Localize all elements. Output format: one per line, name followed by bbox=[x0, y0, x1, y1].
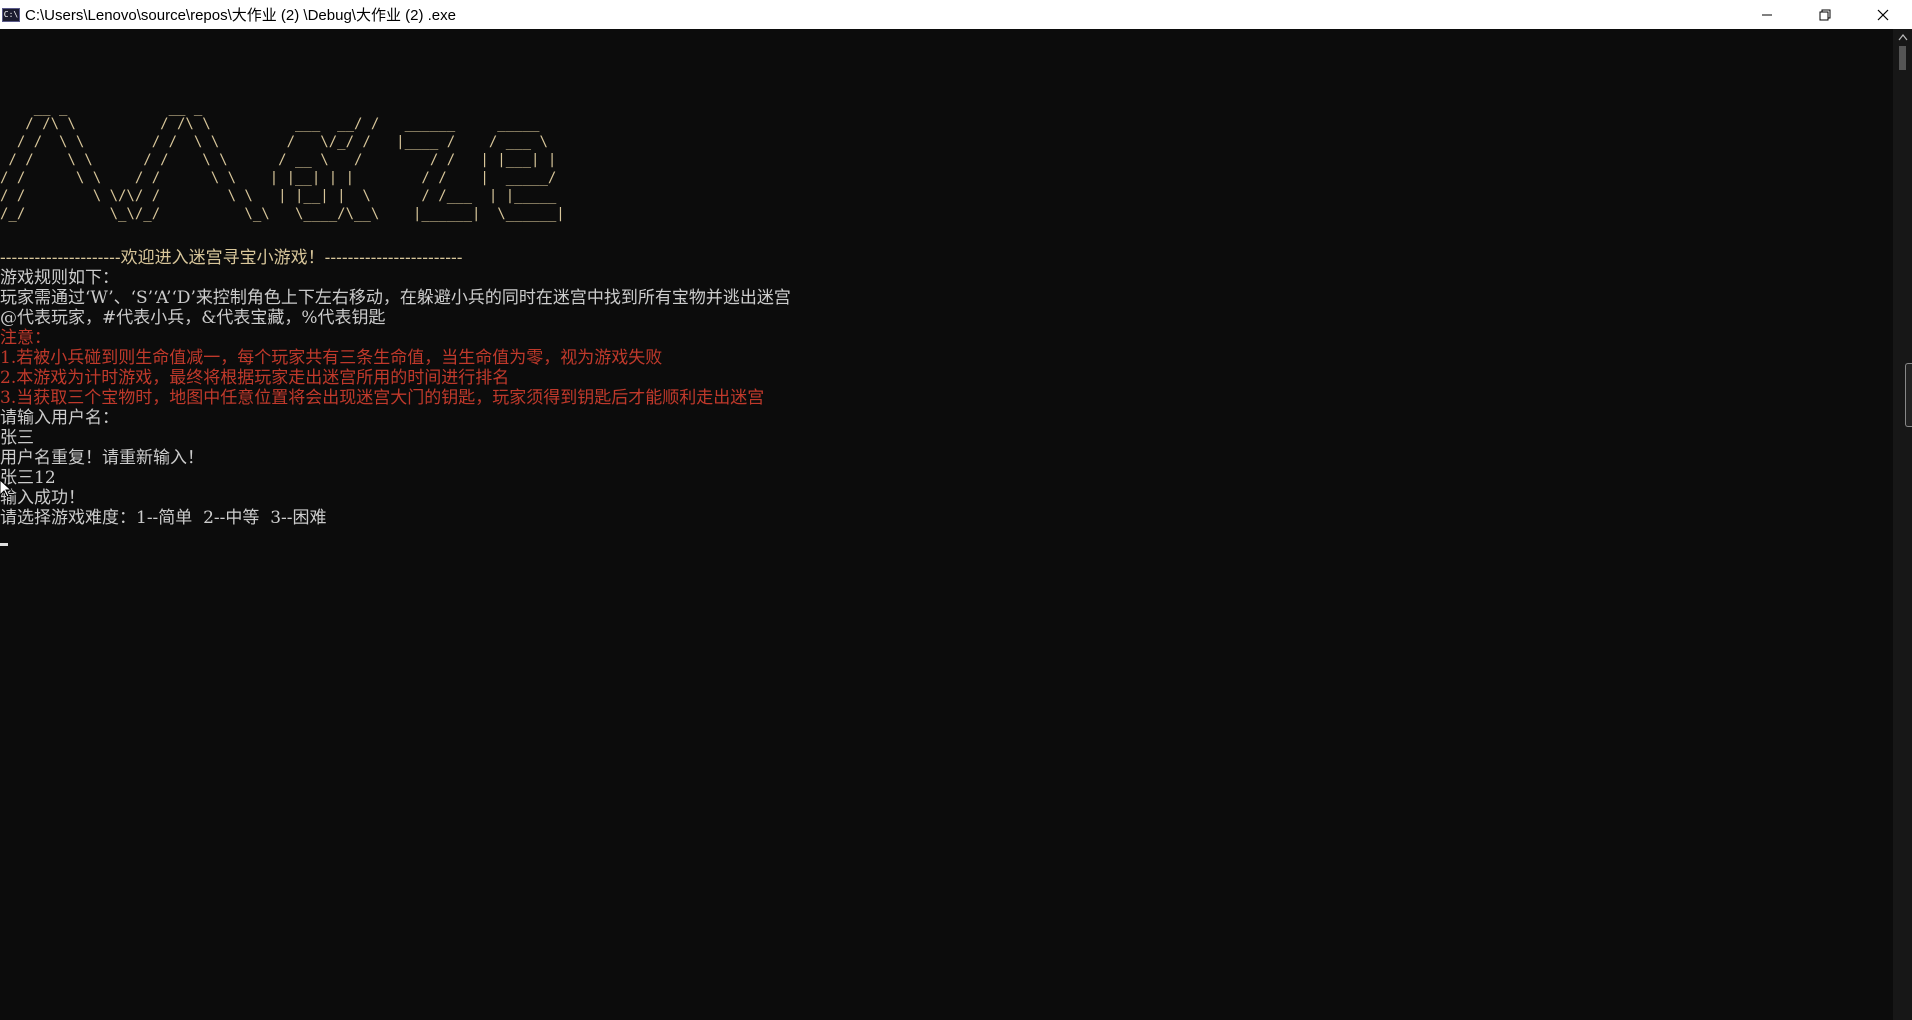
console-output[interactable]: __ _ __ _ / /\ \ / /\ \ ___ __/ / ______… bbox=[0, 29, 1893, 1020]
rules-heading: 游戏规则如下： bbox=[0, 268, 119, 288]
rule-controls: 玩家需通过‘W’、‘S’‘A’‘D’来控制角色上下左右移动，在躲避小兵的同时在迷… bbox=[0, 288, 791, 308]
restore-icon bbox=[1819, 9, 1831, 20]
vertical-scrollbar[interactable] bbox=[1893, 29, 1912, 1020]
ascii-logo-line: / / \ \ / / \ \ | |__| | | / / | _____/ bbox=[0, 170, 557, 186]
rule-symbols: @代表玩家，#代表小兵，&代表宝藏，%代表钥匙 bbox=[0, 308, 386, 328]
scroll-thumb[interactable] bbox=[1899, 46, 1906, 70]
mouse-pointer-icon bbox=[0, 480, 12, 498]
ascii-logo-line: / /\ \ / /\ \ ___ __/ / ______ _____ bbox=[0, 116, 540, 132]
ascii-logo-line: __ _ __ _ bbox=[0, 100, 203, 116]
console-app-icon: C:\ bbox=[2, 7, 20, 22]
username-input-1: 张三 bbox=[0, 428, 34, 448]
scroll-up-button[interactable] bbox=[1893, 29, 1912, 45]
difficulty-prompt: 请选择游戏难度：1--简单 2--中等 3--困难 bbox=[0, 508, 327, 528]
ascii-logo-line: / / \ \/\/ / \ \ | |__| | \ / /___ | |__… bbox=[0, 188, 557, 204]
username-prompt: 请输入用户名： bbox=[0, 408, 119, 428]
title-bar[interactable]: C:\ C:\Users\Lenovo\source\repos\大作业 (2)… bbox=[0, 0, 1912, 29]
text-cursor bbox=[0, 543, 8, 546]
window-title: C:\Users\Lenovo\source\repos\大作业 (2) \De… bbox=[25, 7, 456, 24]
input-success: 输入成功！ bbox=[0, 488, 85, 508]
close-button[interactable] bbox=[1854, 0, 1912, 29]
close-icon bbox=[1877, 9, 1889, 20]
duplicate-error: 用户名重复！请重新输入！ bbox=[0, 448, 204, 468]
note-line-1: 1.若被小兵碰到则生命值减一，每个玩家共有三条生命值，当生命值为零，视为游戏失败 bbox=[0, 348, 663, 368]
window-controls bbox=[1738, 0, 1912, 29]
note-heading: 注意： bbox=[0, 328, 51, 348]
chevron-up-icon bbox=[1898, 34, 1907, 41]
note-line-2: 2.本游戏为计时游戏，最终将根据玩家走出迷宫所用的时间进行排名 bbox=[0, 368, 510, 388]
minimize-icon bbox=[1762, 14, 1772, 15]
ascii-logo-line: /_/ \_\/_/ \_\ \____/\__\ |______| \____… bbox=[0, 206, 565, 222]
ascii-logo-line: / / \ \ / / \ \ / \/_/ / |____ / / ___ \ bbox=[0, 134, 548, 150]
ascii-logo-line: / / \ \ / / \ \ / __ \ / / / | |___| | bbox=[0, 152, 557, 168]
note-line-3: 3.当获取三个宝物时，地图中任意位置将会出现迷宫大门的钥匙，玩家须得到钥匙后才能… bbox=[0, 388, 765, 408]
restore-button[interactable] bbox=[1796, 0, 1854, 29]
console-window: C:\ C:\Users\Lenovo\source\repos\大作业 (2)… bbox=[0, 0, 1912, 1020]
welcome-banner: ---------------------欢迎进入迷宫寻宝小游戏！-------… bbox=[0, 248, 463, 268]
side-panel-handle[interactable] bbox=[1905, 363, 1912, 427]
minimize-button[interactable] bbox=[1738, 0, 1796, 29]
